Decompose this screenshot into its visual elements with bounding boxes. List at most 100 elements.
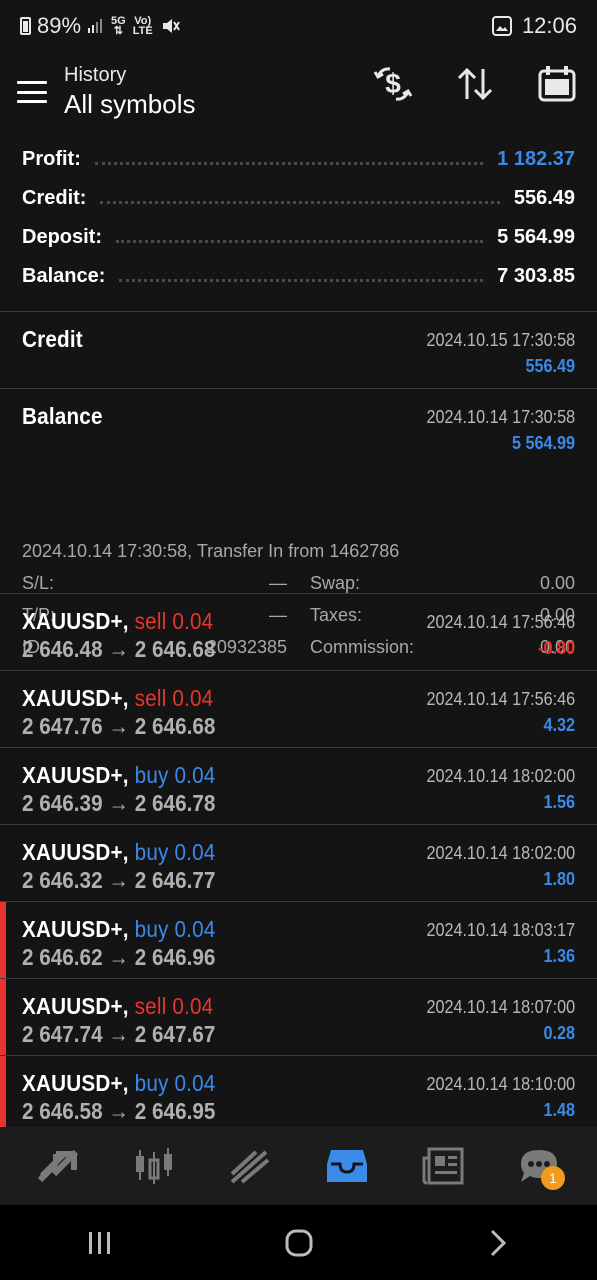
- svg-text:$: $: [385, 68, 401, 99]
- trade-profit: 1.80: [543, 869, 575, 889]
- trade-symbol-line: XAUUSD+, sell 0.04: [22, 608, 213, 635]
- trade-side: buy 0.04: [134, 762, 216, 788]
- summary-label: Deposit:: [22, 226, 102, 248]
- summary-value: 7 303.85: [497, 265, 575, 287]
- home-button[interactable]: [259, 1213, 339, 1273]
- swap-value: 0.00: [539, 573, 575, 593]
- entry-amount: 556.49: [525, 356, 575, 376]
- trade-prices: 2 646.58 → 2 646.95: [22, 1098, 216, 1124]
- menu-button[interactable]: [0, 60, 64, 124]
- summary-panel: Profit: 1 182.37 Credit: 556.49 Deposit:…: [22, 140, 575, 296]
- trade-side: buy 0.04: [134, 916, 216, 942]
- trade-symbol: XAUUSD+,: [22, 993, 129, 1019]
- nav-news[interactable]: [413, 1136, 473, 1196]
- trade-side: sell 0.04: [134, 993, 214, 1019]
- entry-amount: 5 564.99: [511, 433, 575, 453]
- list-item-trade[interactable]: XAUUSD+, sell 0.04 2 647.74 → 2 647.67 202…: [0, 979, 597, 1055]
- mute-icon: [162, 19, 180, 33]
- list-item-balance[interactable]: Balance 2024.10.14 17:30:58 5 564.99 202…: [0, 389, 597, 657]
- recents-icon: [88, 1231, 110, 1254]
- trade-symbol-line: XAUUSD+, buy 0.04: [22, 839, 215, 866]
- page-title[interactable]: All symbols: [64, 89, 195, 120]
- trade-prices: 2 647.74 → 2 647.67: [22, 1021, 216, 1047]
- trade-profit: 4.32: [543, 715, 575, 735]
- list-item-trade[interactable]: XAUUSD+, buy 0.04 2 646.39 → 2 646.78 2024…: [0, 748, 597, 824]
- recents-button[interactable]: [60, 1213, 140, 1273]
- trades-list: XAUUSD+, sell 0.04 2 646.48 → 2 646.68 202…: [0, 594, 597, 1133]
- deposit-withdraw-button[interactable]: $: [371, 60, 415, 108]
- summary-label: Credit:: [22, 187, 87, 209]
- status-marker: [0, 1056, 6, 1132]
- back-button[interactable]: [458, 1213, 538, 1273]
- battery-icon: [20, 17, 31, 35]
- summary-value: 5 564.99: [497, 226, 575, 248]
- network-5g-icon: 5G ⇅: [111, 15, 126, 37]
- trade-symbol-line: XAUUSD+, sell 0.04: [22, 685, 213, 712]
- list-item-credit[interactable]: Credit 2024.10.15 17:30:58 556.49: [0, 312, 597, 388]
- status-right: 12:06: [491, 13, 577, 39]
- nav-trade[interactable]: [220, 1136, 280, 1196]
- trade-symbol-line: XAUUSD+, buy 0.04: [22, 762, 215, 789]
- entry-date: 2024.10.14 17:30:58: [426, 407, 575, 427]
- signal-icon: [88, 19, 103, 33]
- news-icon: [422, 1147, 464, 1185]
- trade-symbol-line: XAUUSD+, buy 0.04: [22, 1070, 215, 1097]
- trade-prices: 2 646.32 → 2 646.77: [22, 867, 216, 893]
- summary-label: Profit:: [22, 148, 81, 170]
- trade-date: 2024.10.14 18:02:00: [426, 843, 575, 863]
- trade-profit: -0.80: [538, 638, 575, 658]
- nav-history[interactable]: [317, 1136, 377, 1196]
- trade-symbol: XAUUSD+,: [22, 1070, 129, 1096]
- trade-icon: [231, 1150, 270, 1184]
- trade-profit: 1.48: [543, 1100, 575, 1120]
- trade-date: 2024.10.14 18:03:17: [426, 920, 575, 940]
- sort-button[interactable]: [453, 60, 497, 108]
- trade-side: buy 0.04: [134, 839, 216, 865]
- header-titles: History All symbols: [64, 64, 195, 120]
- nav-chat[interactable]: 1: [509, 1136, 569, 1196]
- summary-row-credit: Credit: 556.49: [22, 179, 575, 218]
- trade-symbol: XAUUSD+,: [22, 685, 129, 711]
- list-item-trade[interactable]: XAUUSD+, buy 0.04 2 646.62 → 2 646.96 2024…: [0, 902, 597, 978]
- battery-percent: 89%: [37, 13, 82, 38]
- trade-profit: 1.36: [543, 946, 575, 966]
- chart-icon: [136, 1148, 173, 1184]
- history-icon: [326, 1150, 367, 1182]
- dotted-leader: [94, 162, 484, 165]
- trade-symbol: XAUUSD+,: [22, 762, 129, 788]
- sl-value: —: [269, 573, 287, 593]
- list-item-trade[interactable]: XAUUSD+, sell 0.04 2 646.48 → 2 646.68 202…: [0, 594, 597, 670]
- period-button[interactable]: [535, 60, 579, 108]
- chevron-right-icon: [490, 1229, 506, 1256]
- summary-value: 556.49: [513, 187, 575, 209]
- header-actions: $: [371, 60, 579, 108]
- quotes-icon: [37, 1149, 79, 1183]
- trade-date: 2024.10.14 17:56:46: [426, 612, 575, 632]
- trade-date: 2024.10.14 17:56:46: [426, 689, 575, 709]
- trade-symbol: XAUUSD+,: [22, 916, 129, 942]
- list-item-trade[interactable]: XAUUSD+, sell 0.04 2 647.76 → 2 646.68 202…: [0, 671, 597, 747]
- dotted-leader: [116, 240, 484, 243]
- nav-chart[interactable]: [124, 1136, 184, 1196]
- trade-prices: 2 646.48 → 2 646.68: [22, 636, 216, 662]
- trade-date: 2024.10.14 18:02:00: [426, 766, 575, 786]
- nav-quotes[interactable]: [28, 1136, 88, 1196]
- list-item-trade[interactable]: XAUUSD+, buy 0.04 2 646.58 → 2 646.95 2024…: [0, 1056, 597, 1132]
- trade-profit: 1.56: [543, 792, 575, 812]
- trade-side: sell 0.04: [134, 685, 214, 711]
- summary-row-deposit: Deposit: 5 564.99: [22, 218, 575, 257]
- swap-label: Swap:: [310, 573, 361, 593]
- trade-symbol: XAUUSD+,: [22, 608, 129, 634]
- hamburger-icon: [17, 81, 47, 103]
- home-icon: [285, 1229, 312, 1256]
- clock: 12:06: [521, 13, 577, 38]
- volte-icon: Vo) LTE: [132, 15, 153, 37]
- trade-profit: 0.28: [543, 1023, 575, 1043]
- sort-arrows-icon: [457, 67, 493, 101]
- summary-value: 1 182.37: [497, 148, 575, 170]
- gallery-icon: [491, 16, 512, 36]
- calendar-icon: [538, 66, 576, 102]
- entry-date: 2024.10.15 17:30:58: [426, 330, 575, 350]
- trade-side: buy 0.04: [134, 1070, 216, 1096]
- list-item-trade[interactable]: XAUUSD+, buy 0.04 2 646.32 → 2 646.77 2024…: [0, 825, 597, 901]
